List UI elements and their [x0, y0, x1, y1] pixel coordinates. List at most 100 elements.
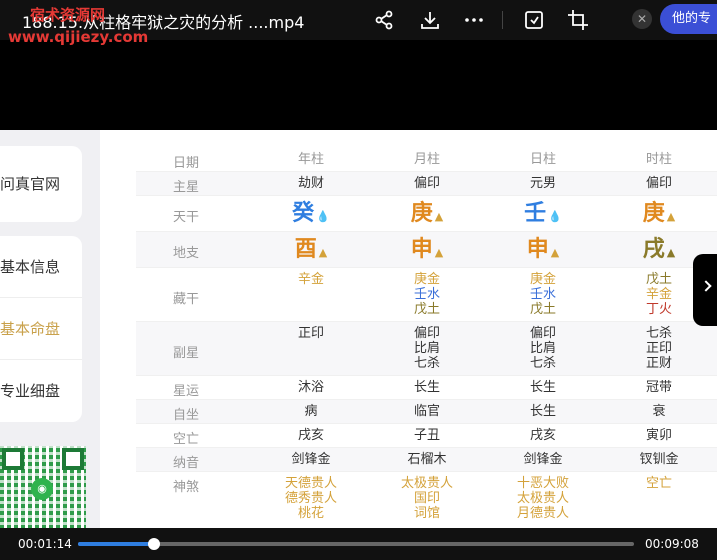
table-cell: 偏印 比肩 七杀	[372, 326, 482, 371]
watermark-url: www.qijiezy.com	[8, 28, 149, 46]
table-cell: 癸 💧	[256, 199, 366, 229]
sidebar-item-basic-chart[interactable]: 基本命盘	[0, 298, 82, 360]
sidebar-item-detail-chart[interactable]: 专业细盘	[0, 360, 82, 422]
player-controls: 00:01:14 00:09:08	[0, 528, 717, 560]
table-cell: 十恶大败 太极贵人 月德贵人	[488, 476, 598, 521]
side-star: 比肩	[413, 341, 440, 356]
row-label: 副星	[172, 346, 199, 361]
table-cell: 戌亥	[529, 428, 556, 443]
table-cell: 长生	[413, 380, 440, 395]
spirit-item: 太极贵人	[400, 476, 453, 491]
app-sidebar: 问真官网 基本信息 基本命盘 专业细盘 ◉	[0, 130, 100, 528]
table-cell: 长生	[529, 380, 556, 395]
side-star: 正印	[645, 341, 672, 356]
table-row: 主星 劫财 偏印 元男 偏印	[136, 172, 717, 196]
table-row: 地支 酉 ▲ 申 ▲ 申 ▲ 戌 ▲	[136, 232, 717, 268]
sidebar-item-official[interactable]: 问真官网	[0, 146, 82, 222]
table-cell: 酉 ▲	[256, 235, 366, 265]
screenshot-icon[interactable]	[522, 8, 546, 32]
stem-char: 癸	[292, 201, 315, 226]
table-cell: 偏印 比肩 七杀	[488, 326, 598, 371]
gold-icon: ▲	[318, 246, 328, 259]
table-row: 天干 癸 💧 庚 ▲ 壬 💧 庚 ▲	[136, 196, 717, 232]
table-cell: 空亡	[604, 476, 714, 491]
table-row: 纳音 剑锋金 石榴木 剑锋金 钗钏金	[136, 448, 717, 472]
gold-icon: ▲	[550, 246, 560, 259]
row-label: 自坐	[172, 408, 199, 423]
stem-char: 庚	[642, 201, 665, 226]
row-label: 地支	[172, 246, 199, 261]
table-cell: 申 ▲	[488, 235, 598, 265]
progress-bar[interactable]	[78, 538, 634, 550]
table-cell: 申 ▲	[372, 235, 482, 265]
row-label: 神煞	[172, 480, 199, 495]
column-header: 日柱	[529, 152, 556, 167]
table-cell: 临官	[413, 404, 440, 419]
header-row: 日期 年柱 月柱 日柱 时柱	[136, 148, 717, 172]
table-cell: 偏印	[413, 176, 440, 191]
spirit-item: 十恶大败	[516, 476, 569, 491]
side-star: 七杀	[413, 356, 440, 371]
table-cell: 劫财	[297, 176, 324, 191]
share-icon[interactable]	[372, 8, 396, 32]
table-row: 副星 正印 偏印 比肩 七杀 偏印 比肩 七杀 七杀 正印 正财	[136, 322, 717, 376]
crop-icon[interactable]	[566, 8, 590, 32]
table-cell: 寅卯	[645, 428, 672, 443]
water-icon: 💧	[316, 210, 330, 223]
sidebar-item-basic-info[interactable]: 基本信息	[0, 236, 82, 298]
official-site-card[interactable]: 问真官网	[0, 146, 82, 222]
table-row: 藏干 辛金 庚金 壬水 戊土 庚金 壬水 戊土 戊土 辛金 丁火	[136, 268, 717, 322]
table-row: 星运 沐浴 长生 长生 冠带	[136, 376, 717, 400]
side-star: 正印	[297, 326, 324, 341]
spirit-item: 天德贵人	[284, 476, 337, 491]
row-label: 藏干	[172, 292, 199, 307]
close-icon[interactable]: ✕	[632, 9, 652, 29]
table-cell: 壬 💧	[488, 199, 598, 229]
table-cell: 石榴木	[407, 452, 447, 467]
spirit-item: 德秀贵人	[284, 491, 337, 506]
water-icon: 💧	[548, 210, 562, 223]
next-panel-button[interactable]	[693, 254, 717, 326]
hidden-stem: 戊土	[529, 302, 556, 317]
table-row: 空亡 戌亥 子丑 戌亥 寅卯	[136, 424, 717, 448]
table-cell: 七杀 正印 正财	[604, 326, 714, 371]
progress-fill	[78, 542, 154, 546]
chevron-right-icon	[700, 280, 712, 292]
qr-marker	[2, 448, 24, 470]
row-label: 纳音	[172, 456, 199, 471]
spirit-item: 太极贵人	[516, 491, 569, 506]
column-header: 年柱	[297, 152, 324, 167]
earth-icon: ▲	[666, 246, 676, 259]
watermark-name: 宿术资源网	[30, 6, 106, 24]
table-cell: 冠带	[645, 380, 672, 395]
table-cell: 长生	[529, 404, 556, 419]
progress-handle[interactable]	[147, 538, 160, 550]
video-frame[interactable]: 问真官网 基本信息 基本命盘 专业细盘 ◉ 日期 年柱 月柱 日柱 时柱 主星 …	[0, 130, 717, 528]
table-cell: 太极贵人 国印 词馆	[372, 476, 482, 521]
gold-icon: ▲	[666, 210, 676, 223]
branch-char: 酉	[294, 237, 317, 262]
spirit-item: 空亡	[645, 476, 672, 491]
side-star: 偏印	[413, 326, 440, 341]
wechat-icon: ◉	[31, 478, 53, 500]
table-cell: 病	[304, 404, 318, 419]
hidden-stem: 壬水	[529, 287, 556, 302]
branch-char: 戌	[642, 237, 665, 262]
spirit-item: 月德贵人	[516, 506, 569, 521]
more-icon[interactable]	[462, 8, 486, 32]
table-cell: 庚金 壬水 戊土	[488, 272, 598, 317]
table-cell: 庚 ▲	[604, 199, 714, 229]
side-star: 七杀	[529, 356, 556, 371]
current-time: 00:01:14	[18, 537, 72, 551]
table-cell: 衰	[652, 404, 666, 419]
stem-char: 壬	[524, 201, 547, 226]
table-row: 神煞 天德贵人 德秀贵人 桃花 太极贵人 国印 词馆 十恶大败 太极贵人 月德贵…	[136, 472, 717, 528]
table-cell: 钗钏金	[639, 452, 679, 467]
his-channel-button[interactable]: 他的专	[660, 4, 717, 34]
download-icon[interactable]	[418, 8, 442, 32]
hidden-stem: 辛金	[297, 272, 324, 287]
hidden-stem: 庚金	[529, 272, 556, 287]
table-cell: 庚 ▲	[372, 199, 482, 229]
stem-char: 庚	[410, 201, 433, 226]
side-star: 偏印	[529, 326, 556, 341]
